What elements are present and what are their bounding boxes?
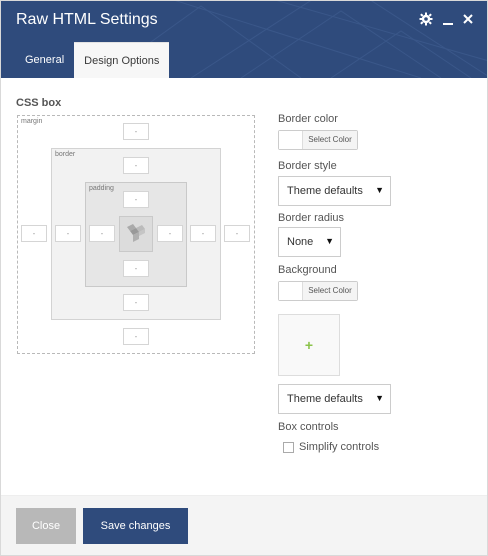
border-right-input[interactable]: - [190,225,216,242]
margin-label: margin [21,118,43,125]
margin-top-input[interactable]: - [123,123,149,140]
border-label: border [55,151,76,158]
close-icon[interactable] [460,12,476,28]
simplify-controls-label[interactable]: Simplify controls [299,441,379,453]
background-color-picker[interactable]: Select Color [278,281,358,301]
border-radius-value: None [287,236,314,248]
padding-label: padding [89,185,114,192]
border-bottom-input[interactable]: - [123,294,149,311]
panel-header[interactable]: Raw HTML Settings General Design Options [1,1,487,78]
background-color-swatch[interactable] [279,282,303,300]
tab-general[interactable]: General [15,42,74,78]
border-left-input[interactable]: - [55,225,81,242]
gear-icon[interactable] [418,12,434,28]
logo-icon [127,224,145,242]
tab-design-options[interactable]: Design Options [74,42,170,78]
close-button[interactable]: Close [16,508,76,544]
padding-bottom-input[interactable]: - [123,260,149,277]
background-label: Background [278,264,337,276]
background-select-color-button[interactable]: Select Color [303,282,357,300]
border-style-value: Theme defaults [287,185,363,197]
simplify-controls-checkbox[interactable] [283,441,294,453]
content-box [119,216,153,252]
padding-left-input[interactable]: - [89,225,115,242]
border-radius-select[interactable]: None ▼ [278,227,341,257]
border-select-color-button[interactable]: Select Color [303,131,357,149]
border-style-label: Border style [278,160,337,172]
caret-down-icon: ▼ [375,185,384,195]
padding-right-input[interactable]: - [157,225,183,242]
caret-down-icon: ▼ [375,393,384,403]
settings-panel: Raw HTML Settings General Design Options… [0,0,488,556]
padding-top-input[interactable]: - [123,191,149,208]
box-controls-label: Box controls [278,421,339,433]
background-style-select[interactable]: Theme defaults ▼ [278,384,391,414]
tab-bar: General Design Options [15,42,170,78]
panel-title: Raw HTML Settings [16,11,158,28]
save-changes-button[interactable]: Save changes [83,508,188,544]
minimize-icon[interactable] [440,12,456,28]
border-color-picker[interactable]: Select Color [278,130,358,150]
border-color-label: Border color [278,113,338,125]
caret-down-icon: ▼ [325,236,334,246]
background-style-value: Theme defaults [287,393,363,405]
background-image-upload[interactable]: + [278,314,340,376]
border-top-input[interactable]: - [123,157,149,174]
margin-right-input[interactable]: - [224,225,250,242]
simplify-controls-row[interactable]: Simplify controls [283,441,379,453]
margin-bottom-input[interactable]: - [123,328,149,345]
border-style-select[interactable]: Theme defaults ▼ [278,176,391,206]
border-radius-label: Border radius [278,212,345,224]
plus-icon: + [304,337,314,353]
margin-left-input[interactable]: - [21,225,47,242]
css-box-label: CSS box [16,97,62,109]
border-color-swatch[interactable] [279,131,303,149]
